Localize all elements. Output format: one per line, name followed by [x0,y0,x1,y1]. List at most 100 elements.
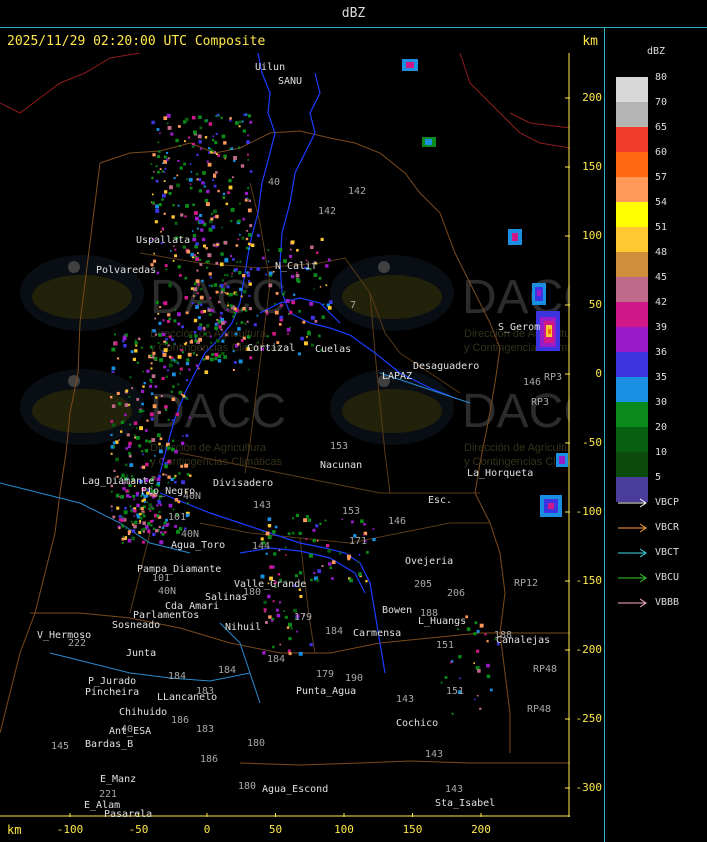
echo-pixel [158,442,161,446]
echo-pixel [164,408,168,411]
echo-pixel [184,296,188,300]
echo-pixel [156,514,159,517]
echo-pixel [246,140,250,144]
echo-pixel [247,208,252,213]
echo-pixel [208,151,211,154]
route-label: 184 [218,665,236,676]
echo-pixel [129,505,132,508]
echo-pixel [167,344,170,347]
echo-pixel [249,243,252,246]
echo-pixel [269,271,273,276]
echo-pixel [160,395,163,398]
echo-pixel [140,389,145,393]
echo-pixel [246,229,249,232]
echo-pixel [231,272,233,275]
echo-pixel [313,572,316,575]
echo-pixel [263,608,267,612]
echo-pixel [150,417,154,421]
echo-pixel [182,351,185,354]
echo-pixel [240,321,244,324]
echo-pixel [215,132,218,135]
echo-pixel [214,352,219,357]
echo-pixel [215,261,219,265]
echo-pixel [248,294,251,297]
route-label: 101 [168,512,186,523]
echo-pixel [292,517,295,520]
echo-pixel [196,354,198,356]
echo-pixel [177,322,181,326]
echo-pixel [298,651,303,656]
echo-pixel [268,283,273,288]
route-label: 145 [51,741,69,752]
radar-map[interactable]: DACC DACC DACC DACC Dirección de Agricul… [0,53,570,817]
echo-pixel [262,256,265,260]
echo-pixel [181,441,185,445]
echo-pixel [149,509,152,512]
echo-pixel [141,465,146,469]
y-tick-label: 0 [595,367,602,380]
echo-pixel [266,312,269,315]
echo-pixel [239,287,243,291]
echo-pixel [360,519,364,523]
echo-pixel [166,151,169,154]
echo-pixel [192,295,195,297]
echo-pixel [238,359,243,364]
echo-pixel [208,122,213,126]
echo-pixel [194,216,199,221]
echo-pixel [146,419,149,422]
route-label: 40N [181,529,199,540]
echo-pixel [133,515,136,517]
echo-pixel [142,370,144,373]
route-label: 190 [345,673,363,684]
color-level-label: 30 [655,397,668,408]
echo-pixel [309,643,313,647]
echo-pixel [328,306,332,310]
echo-pixel [234,361,237,364]
echo-pixel [139,408,142,410]
route-label: 151 [446,686,464,697]
echo-pixel [298,310,301,313]
echo-pixel [170,132,174,136]
route-label: 184 [267,654,285,665]
echo-pixel [196,227,199,230]
place-label: Carmensa [353,628,401,639]
echo-pixel [142,521,146,525]
echo-pixel [167,418,170,422]
echo-pixel [308,553,313,558]
echo-pixel [200,303,203,306]
echo-pixel [244,323,247,325]
echo-pixel [144,449,149,453]
echo-pixel [186,473,190,476]
echo-pixel [288,622,292,627]
echo-pixel [275,292,279,295]
echo-pixel [198,140,202,144]
echo-pixel [135,339,137,342]
color-level-label: 70 [655,97,668,108]
echo-pixel [190,287,194,290]
echo-pixel [192,352,195,355]
echo-pixel [159,358,164,362]
echo-pixel [179,274,182,277]
echo-pixel [285,299,290,303]
echo-pixel [156,433,161,438]
echo-pixel [155,204,159,209]
echo-pixel [327,258,331,262]
echo-pixel [278,323,282,326]
x-tick-label: -100 [56,823,84,836]
echo-pixel [192,203,195,206]
echo-pixel [164,405,168,409]
echo-pixel [248,247,251,250]
route-label: 180 [243,587,261,598]
echo-pixel [358,553,361,556]
echo-pixel [121,537,125,541]
echo-pixel [152,527,156,530]
route-label: 153 [342,506,360,517]
echo-pixel [287,532,291,536]
echo-pixel [229,293,233,297]
echo-pixel [223,154,227,159]
echo-pixel [306,515,309,518]
echo-pixel [185,513,190,518]
y-tick-label: -250 [575,712,603,725]
echo-pixel [267,535,272,540]
place-label: Bardas_B [85,739,133,750]
